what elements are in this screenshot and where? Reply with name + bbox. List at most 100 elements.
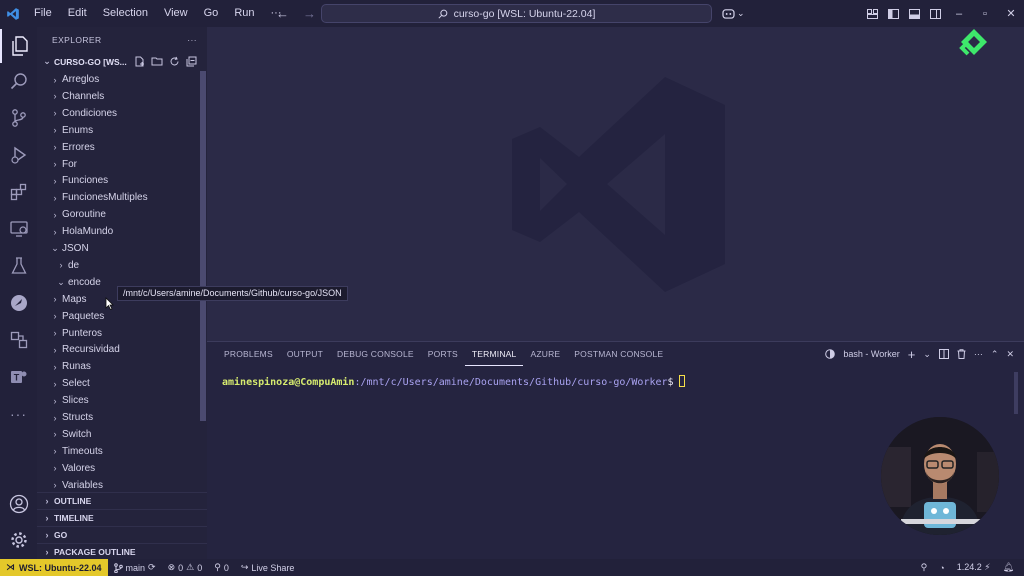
tree-item-paquetes[interactable]: › Paquetes: [37, 308, 199, 325]
tree-item-label: JSON: [62, 243, 89, 254]
tree-item-goroutine[interactable]: › Goroutine: [37, 206, 199, 223]
customize-layout-icon[interactable]: [862, 8, 883, 19]
minimize-icon[interactable]: –: [946, 8, 972, 20]
toggle-secondary-sidebar-icon[interactable]: [925, 8, 946, 19]
tree-item-holamundo[interactable]: › HolaMundo: [37, 223, 199, 240]
testing-icon[interactable]: [0, 249, 37, 283]
menu-view[interactable]: View: [156, 0, 196, 27]
tree-item-for[interactable]: › For: [37, 156, 199, 173]
tree-item-json[interactable]: ⌄ JSON: [37, 240, 199, 257]
webcam-overlay: [881, 417, 999, 535]
tree-item-valores[interactable]: › Valores: [37, 460, 199, 477]
explorer-more-actions-icon[interactable]: ···: [187, 35, 197, 45]
command-center-search[interactable]: curso-go [WSL: Ubuntu-22.04]: [321, 4, 712, 23]
source-control-icon[interactable]: [0, 101, 37, 135]
section-outline[interactable]: › OUTLINE: [37, 492, 207, 509]
tree-item-enums[interactable]: › Enums: [37, 122, 199, 139]
sidebar-scrollbar[interactable]: [200, 71, 206, 421]
tab-terminal[interactable]: TERMINAL: [464, 343, 524, 366]
section-package-outline[interactable]: › PACKAGE OUTLINE: [37, 543, 207, 560]
tree-item-funciones[interactable]: › Funciones: [37, 172, 199, 189]
sync-icon[interactable]: ⟳: [148, 562, 156, 573]
maximize-panel-icon[interactable]: ⌃: [991, 349, 999, 360]
explorer-icon[interactable]: [0, 29, 37, 63]
tab-problems[interactable]: PROBLEMS: [217, 342, 280, 366]
new-terminal-icon[interactable]: +: [908, 347, 916, 362]
back-arrow-icon[interactable]: ←: [276, 6, 289, 21]
menu-file[interactable]: File: [26, 0, 60, 27]
remote-explorer-icon[interactable]: [0, 212, 37, 246]
restore-icon[interactable]: ▫: [972, 8, 998, 20]
refresh-icon[interactable]: [169, 56, 180, 67]
chevron-right-icon: ›: [53, 395, 57, 406]
account-icon[interactable]: [0, 487, 37, 521]
copilot-button[interactable]: ⌄: [722, 0, 745, 27]
settings-gear-icon[interactable]: [0, 523, 37, 557]
panel-more-icon[interactable]: ···: [974, 349, 983, 359]
tree-item-punteros[interactable]: › Punteros: [37, 325, 199, 342]
toggle-sidebar-icon[interactable]: [883, 8, 904, 19]
close-panel-icon[interactable]: ✕: [1006, 349, 1014, 360]
go-version[interactable]: 1.24.2 ⚡: [957, 562, 991, 573]
tree-item-errores[interactable]: › Errores: [37, 139, 199, 156]
search-icon[interactable]: [0, 64, 37, 98]
tree-item-recursividad[interactable]: › Recursividad: [37, 341, 199, 358]
extensions-icon[interactable]: [0, 175, 37, 209]
tree-item-slices[interactable]: › Slices: [37, 392, 199, 409]
tab-ports[interactable]: PORTS: [421, 342, 465, 366]
error-icon: ⊗: [167, 562, 176, 572]
notifications-bell-icon[interactable]: 🔔︎: [1003, 562, 1014, 573]
tab-postman-console[interactable]: POSTMAN CONSOLE: [567, 342, 670, 366]
tree-item-switch[interactable]: › Switch: [37, 426, 199, 443]
tree-item-label: Condiciones: [62, 107, 118, 119]
menu-run[interactable]: Run: [226, 0, 262, 27]
zoom-search-icon[interactable]: ⚲: [921, 562, 928, 573]
activity-bar: T ···: [0, 27, 37, 559]
new-folder-icon[interactable]: [151, 56, 163, 67]
explorer-title: EXPLORER: [52, 35, 102, 45]
tree-item-select[interactable]: › Select: [37, 375, 199, 392]
copilot-status-icon[interactable]: ◔: [939, 563, 944, 573]
teams-toolkit-icon[interactable]: T: [0, 360, 37, 394]
menu-go[interactable]: Go: [196, 0, 227, 27]
tab-azure[interactable]: AZURE: [523, 342, 567, 366]
new-file-icon[interactable]: [134, 56, 145, 67]
live-share-button[interactable]: ↪ Live Share: [235, 562, 301, 573]
postman-icon[interactable]: [0, 286, 37, 320]
tree-item-funcionesmultiples[interactable]: › FuncionesMultiples: [37, 189, 199, 206]
section-go[interactable]: › GO: [37, 526, 207, 543]
ports-indicator[interactable]: ⚲ 0: [208, 562, 235, 573]
trash-icon[interactable]: [957, 349, 966, 359]
tree-item-runas[interactable]: › Runas: [37, 358, 199, 375]
toggle-panel-icon[interactable]: [904, 8, 925, 19]
chevron-down-icon[interactable]: ⌄: [923, 349, 931, 360]
more-views-icon[interactable]: ···: [0, 397, 37, 431]
path-tooltip: /mnt/c/Users/amine/Documents/Github/curs…: [117, 286, 348, 301]
tree-item-condiciones[interactable]: › Condiciones: [37, 105, 199, 122]
split-terminal-icon[interactable]: [938, 349, 949, 359]
tree-item-arreglos[interactable]: › Arreglos: [37, 71, 199, 88]
menu-edit[interactable]: Edit: [60, 0, 95, 27]
close-icon[interactable]: ✕: [998, 7, 1024, 20]
section-timeline[interactable]: › TIMELINE: [37, 509, 207, 526]
terminal-instance-name[interactable]: bash - Worker: [843, 349, 899, 359]
section-label: GO: [54, 530, 68, 540]
containers-icon[interactable]: [0, 323, 37, 357]
collapse-all-icon[interactable]: [186, 56, 197, 67]
problems-indicator[interactable]: ⊗ 0 ⚠ 0: [162, 562, 209, 573]
tree-item-channels[interactable]: › Channels: [37, 88, 199, 105]
tree-item-timeouts[interactable]: › Timeouts: [37, 443, 199, 460]
terminal-scrollbar[interactable]: [1014, 372, 1018, 414]
tree-item-structs[interactable]: › Structs: [37, 409, 199, 426]
tab-output[interactable]: OUTPUT: [280, 342, 330, 366]
tree-item-label: Maps: [62, 293, 87, 305]
tab-debug-console[interactable]: DEBUG CONSOLE: [330, 342, 421, 366]
workspace-root[interactable]: ⌄ CURSO-GO [WS...: [37, 53, 207, 70]
tree-item-de[interactable]: › de: [37, 257, 199, 274]
run-debug-icon[interactable]: [0, 138, 37, 172]
forward-arrow-icon[interactable]: →: [303, 6, 316, 21]
menu-selection[interactable]: Selection: [95, 0, 156, 27]
terminal-output[interactable]: aminespinoza@CompuAmin:/mnt/c/Users/amin…: [222, 375, 685, 388]
branch-indicator[interactable]: main ⟳: [108, 562, 162, 573]
remote-indicator[interactable]: ⋊ WSL: Ubuntu-22.04: [0, 559, 108, 576]
